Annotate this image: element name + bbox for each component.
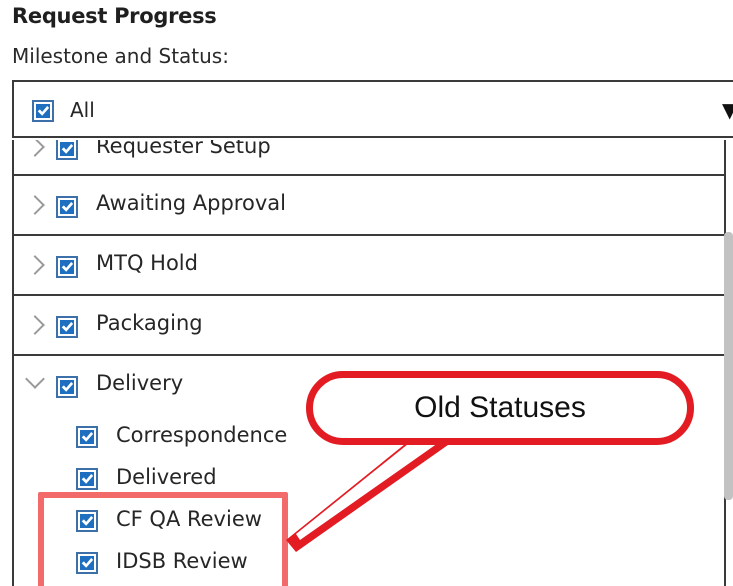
caret-down-icon[interactable]: ▼ (722, 98, 733, 122)
milestone-status-select[interactable]: All ▼ (12, 80, 733, 138)
list-item-milestone[interactable]: Requester Setup (14, 140, 724, 176)
milestone-checkbox[interactable] (56, 316, 78, 338)
status-label: Delivered (116, 465, 217, 489)
status-checkbox[interactable] (76, 468, 98, 490)
milestone-checkbox[interactable] (56, 140, 78, 160)
scrollbar-thumb[interactable] (724, 232, 733, 500)
status-label: Correspondence (116, 423, 288, 447)
chevron-right-icon[interactable] (25, 195, 45, 215)
chevron-right-icon[interactable] (25, 140, 45, 157)
milestone-label: Awaiting Approval (96, 191, 286, 215)
list-item-milestone[interactable]: MTQ Hold (14, 236, 724, 296)
list-item-milestone[interactable]: Awaiting Approval (14, 176, 724, 236)
callout-text: Old Statuses (414, 391, 586, 424)
milestone-label: Requester Setup (96, 140, 271, 158)
chevron-down-icon[interactable] (25, 369, 45, 389)
chevron-right-icon[interactable] (25, 255, 45, 275)
annotation-callout: Old Statuses (306, 371, 694, 445)
milestone-checkbox[interactable] (56, 196, 78, 218)
milestone-label: Delivery (96, 371, 184, 395)
section-title: Request Progress (12, 4, 217, 28)
status-checkbox[interactable] (76, 426, 98, 448)
chevron-right-icon[interactable] (25, 315, 45, 335)
field-label: Milestone and Status: (12, 44, 229, 68)
select-all-checkbox[interactable] (32, 100, 54, 122)
milestone-label: MTQ Hold (96, 251, 198, 275)
milestone-checkbox[interactable] (56, 256, 78, 278)
milestone-checkbox[interactable] (56, 376, 78, 398)
highlight-box (38, 492, 288, 586)
select-value: All (70, 98, 95, 122)
list-item-milestone[interactable]: Packaging (14, 296, 724, 356)
milestone-label: Packaging (96, 311, 203, 335)
